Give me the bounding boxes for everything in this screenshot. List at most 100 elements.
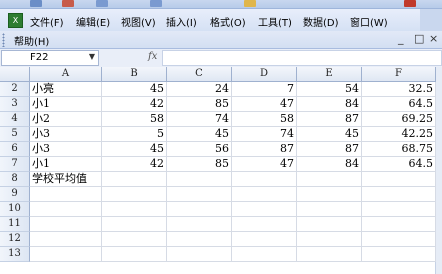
- cell[interactable]: 小亮: [30, 82, 102, 97]
- cell[interactable]: [167, 217, 232, 232]
- cell[interactable]: 85: [167, 157, 232, 172]
- cell[interactable]: [167, 232, 232, 247]
- cell[interactable]: [362, 202, 436, 217]
- cell[interactable]: 42.25: [362, 127, 436, 142]
- menu-insert[interactable]: 插入(I): [166, 14, 197, 29]
- cell[interactable]: 32.5: [362, 82, 436, 97]
- cell[interactable]: 69.25: [362, 112, 436, 127]
- name-box[interactable]: F22 ▼: [1, 50, 99, 66]
- row-header[interactable]: 9: [0, 187, 30, 202]
- menu-tools[interactable]: 工具(T): [258, 14, 292, 29]
- menu-window[interactable]: 窗口(W): [350, 14, 388, 29]
- row-header[interactable]: 2: [0, 82, 30, 97]
- cell[interactable]: [102, 217, 167, 232]
- cell[interactable]: [167, 247, 232, 262]
- row-header[interactable]: 11: [0, 217, 30, 232]
- cell[interactable]: 47: [232, 97, 297, 112]
- cell[interactable]: 84: [297, 157, 362, 172]
- cell[interactable]: 54: [297, 82, 362, 97]
- cell[interactable]: [232, 187, 297, 202]
- cell[interactable]: [297, 232, 362, 247]
- cell[interactable]: 58: [102, 112, 167, 127]
- cell[interactable]: 68.75: [362, 142, 436, 157]
- cell[interactable]: [102, 247, 167, 262]
- column-header-d[interactable]: D: [232, 67, 297, 82]
- excel-document-icon[interactable]: X: [8, 13, 23, 28]
- cell[interactable]: 84: [297, 97, 362, 112]
- toolbar-icon[interactable]: [62, 0, 74, 7]
- cell[interactable]: [102, 202, 167, 217]
- cell[interactable]: 87: [232, 142, 297, 157]
- cell[interactable]: 42: [102, 157, 167, 172]
- cell[interactable]: [362, 172, 436, 187]
- cell[interactable]: 24: [167, 82, 232, 97]
- cell[interactable]: [30, 217, 102, 232]
- cell[interactable]: 45: [167, 127, 232, 142]
- row-header[interactable]: 12: [0, 232, 30, 247]
- cell[interactable]: [167, 202, 232, 217]
- formula-input[interactable]: [162, 50, 442, 66]
- column-header-e[interactable]: E: [297, 67, 362, 82]
- row-header[interactable]: 4: [0, 112, 30, 127]
- cell[interactable]: 47: [232, 157, 297, 172]
- cell[interactable]: [30, 232, 102, 247]
- toolbar-icon[interactable]: [30, 0, 42, 7]
- cell[interactable]: 58: [232, 112, 297, 127]
- cell[interactable]: [30, 187, 102, 202]
- menu-view[interactable]: 视图(V): [121, 14, 156, 29]
- cell[interactable]: [297, 217, 362, 232]
- cell[interactable]: 小3: [30, 127, 102, 142]
- column-header-b[interactable]: B: [102, 67, 167, 82]
- cell[interactable]: 64.5: [362, 157, 436, 172]
- cell[interactable]: 87: [297, 142, 362, 157]
- cell[interactable]: 7: [232, 82, 297, 97]
- cell[interactable]: 45: [102, 142, 167, 157]
- cell[interactable]: [362, 247, 436, 262]
- cell[interactable]: [30, 247, 102, 262]
- cell[interactable]: 42: [102, 97, 167, 112]
- column-header-f[interactable]: F: [362, 67, 436, 82]
- cell[interactable]: 小1: [30, 97, 102, 112]
- cell[interactable]: [30, 202, 102, 217]
- menu-edit[interactable]: 编辑(E): [76, 14, 110, 29]
- cell[interactable]: [362, 187, 436, 202]
- toolbar-icon[interactable]: [244, 0, 256, 7]
- toolbar-overflow[interactable]: [420, 9, 442, 31]
- cell[interactable]: [102, 187, 167, 202]
- column-header-c[interactable]: C: [167, 67, 232, 82]
- cell[interactable]: 64.5: [362, 97, 436, 112]
- vertical-scrollbar[interactable]: [435, 67, 442, 274]
- row-header[interactable]: 8: [0, 172, 30, 187]
- menu-format[interactable]: 格式(O): [210, 14, 246, 29]
- cell[interactable]: 小3: [30, 142, 102, 157]
- cell[interactable]: 小1: [30, 157, 102, 172]
- cell[interactable]: [297, 202, 362, 217]
- select-all-corner[interactable]: [0, 67, 30, 82]
- row-header[interactable]: 3: [0, 97, 30, 112]
- cell[interactable]: [167, 187, 232, 202]
- row-header[interactable]: 13: [0, 247, 30, 262]
- function-icon[interactable]: fx: [148, 51, 157, 62]
- row-header[interactable]: 6: [0, 142, 30, 157]
- cell[interactable]: 87: [297, 112, 362, 127]
- row-header[interactable]: 7: [0, 157, 30, 172]
- cell[interactable]: [167, 172, 232, 187]
- row-header[interactable]: 5: [0, 127, 30, 142]
- cell[interactable]: [297, 172, 362, 187]
- cell[interactable]: [102, 232, 167, 247]
- menu-help[interactable]: 帮助(H): [14, 33, 49, 48]
- cell[interactable]: [297, 247, 362, 262]
- cell[interactable]: 74: [232, 127, 297, 142]
- cell[interactable]: [232, 247, 297, 262]
- cell[interactable]: 45: [102, 82, 167, 97]
- cell[interactable]: 5: [102, 127, 167, 142]
- chevron-down-icon[interactable]: ▼: [89, 52, 95, 61]
- cell[interactable]: 学校平均值: [30, 172, 102, 187]
- cell[interactable]: 小2: [30, 112, 102, 127]
- cell[interactable]: [362, 232, 436, 247]
- restore-icon[interactable]: □: [414, 32, 424, 45]
- cell[interactable]: [232, 232, 297, 247]
- close-icon[interactable]: ×: [429, 32, 438, 45]
- cell[interactable]: 85: [167, 97, 232, 112]
- minimize-icon[interactable]: _: [398, 32, 404, 45]
